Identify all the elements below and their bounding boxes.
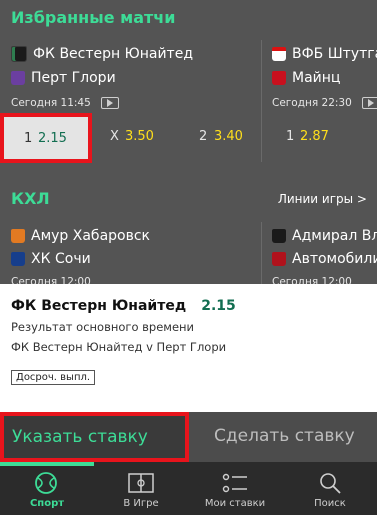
- favorites-title: Избранные матчи: [11, 8, 176, 27]
- active-tab-indicator: [0, 462, 94, 466]
- bet-list-icon: [222, 473, 247, 493]
- odd-draw-button[interactable]: X 3.50: [100, 120, 170, 156]
- away-team: Автомобилис: [272, 251, 377, 267]
- shirt-icon: [272, 229, 286, 243]
- video-stream-icon: [361, 97, 377, 109]
- nav-sport[interactable]: Спорт: [0, 467, 94, 515]
- favorite-match-card[interactable]: ВФБ Штутгарт Майнц Сегодня 22:30 1 2.87: [262, 40, 377, 158]
- stake-input[interactable]: Указать ставку: [0, 412, 189, 462]
- nav-mybets[interactable]: Мои ставки: [188, 467, 282, 515]
- home-team: Адмирал Вла: [272, 228, 377, 244]
- odd-draw-value: 3.50: [125, 129, 154, 144]
- away-team: Майнц: [272, 70, 340, 86]
- place-bet-label: Сделать ставку: [214, 426, 355, 446]
- bet-odd: 2.15: [201, 298, 236, 314]
- search-icon: [320, 473, 341, 494]
- shirt-icon: [272, 47, 286, 61]
- shirt-icon: [11, 71, 25, 85]
- bet-selection: ФК Вестерн Юнайтед 2.15: [11, 295, 236, 314]
- shirt-icon: [11, 229, 25, 243]
- bet-team: ФК Вестерн Юнайтед: [11, 298, 187, 314]
- bet-event: ФК Вестерн Юнайтед v Перт Глори: [11, 340, 227, 354]
- odd-home-button[interactable]: 1 2.87: [272, 120, 362, 156]
- nav-inplay-label: В Игре: [123, 498, 159, 509]
- match-time: Сегодня 12:00: [272, 276, 352, 284]
- home-team: Амур Хабаровск: [11, 228, 150, 244]
- pitch-icon: [128, 473, 154, 493]
- home-team: ВФБ Штутгарт: [272, 46, 377, 62]
- video-stream-icon: [100, 97, 119, 109]
- place-bet-button[interactable]: Сделать ставку: [189, 412, 377, 462]
- odd-away-button[interactable]: 2 3.40: [190, 120, 256, 156]
- shirt-icon: [272, 252, 286, 266]
- odd-home-button[interactable]: 1 2.15: [0, 113, 92, 163]
- lines-link[interactable]: Линии игры >: [278, 192, 367, 206]
- away-team: Перт Глори: [11, 70, 116, 86]
- odd-home-value: 2.87: [300, 129, 329, 144]
- shirt-icon: [272, 71, 286, 85]
- nav-inplay[interactable]: В Игре: [94, 467, 188, 515]
- odd-away-label: 2: [199, 129, 208, 144]
- stake-input-placeholder: Указать ставку: [12, 427, 148, 447]
- nav-search-label: Поиск: [314, 498, 346, 509]
- bet-market: Результат основного времени: [11, 320, 195, 334]
- nav-mybets-label: Мои ставки: [204, 498, 266, 509]
- match-time: Сегодня 22:30: [272, 97, 377, 109]
- khl-title: КХЛ: [11, 189, 50, 208]
- odd-home-label: 1: [286, 129, 295, 144]
- odd-home-label: 1: [24, 131, 33, 146]
- home-team: ФК Вестерн Юнайтед: [11, 46, 193, 62]
- ball-icon: [35, 472, 57, 494]
- khl-match-card[interactable]: Адмирал Вла Автомобилис Сегодня 12:00: [262, 222, 377, 284]
- odd-home-value: 2.15: [38, 131, 67, 146]
- cashout-badge: Досроч. выпл.: [11, 370, 96, 385]
- bet-slip-panel: ФК Вестерн Юнайтед 2.15 Результат основн…: [0, 284, 377, 412]
- nav-search[interactable]: Поиск: [283, 467, 377, 515]
- nav-sport-label: Спорт: [29, 498, 65, 509]
- shirt-icon: [11, 46, 27, 62]
- match-time: Сегодня 11:45: [11, 97, 119, 109]
- shirt-icon: [11, 252, 25, 266]
- odd-away-value: 3.40: [214, 129, 243, 144]
- odd-draw-label: X: [110, 129, 119, 144]
- away-team: ХК Сочи: [11, 251, 91, 267]
- khl-match-card[interactable]: Амур Хабаровск ХК Сочи Сегодня 12:00: [0, 222, 260, 288]
